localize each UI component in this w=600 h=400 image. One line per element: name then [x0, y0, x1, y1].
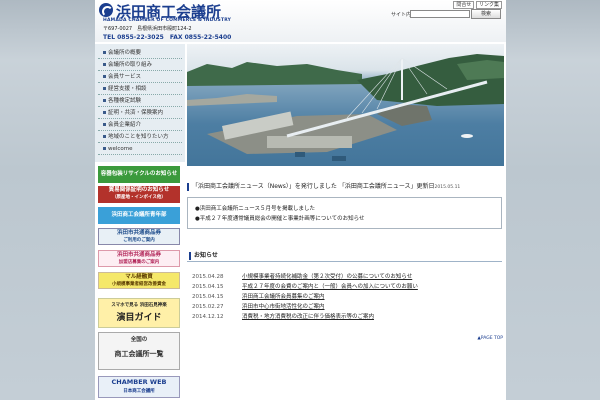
- sidebar-nav: 会議所の概要 会議所の取り組み 会員サービス 経営支援・相談 各種検定試験 証明…: [95, 44, 185, 162]
- divider: [187, 261, 502, 262]
- sidebar-item-local-info[interactable]: 地域のことを知りたい方: [98, 131, 182, 143]
- sidebar-item-overview[interactable]: 会議所の概要: [98, 47, 182, 59]
- sidebar-item-management-support[interactable]: 経営支援・相談: [98, 83, 182, 95]
- banner-marukei-loan[interactable]: マル経融資 小規模事業者経営改善資金: [98, 272, 180, 289]
- sidebar-item-certificates[interactable]: 証明・共済・保険案内: [98, 107, 182, 119]
- bullet-icon: [103, 111, 106, 114]
- contact-link[interactable]: 問合せ: [453, 1, 475, 9]
- heading-marker: [189, 251, 191, 260]
- page-container: 浜田商工会議所 HAMADA CHAMBER OF COMMERCE & IND…: [95, 0, 506, 400]
- search-input[interactable]: [410, 10, 470, 18]
- info-item[interactable]: 2015.04.15 平成２７年度の会費のご案内と（一般）会員への加入についてのお…: [192, 282, 418, 290]
- banner-recycling[interactable]: 容器包装リサイクルのお知らせ: [98, 166, 180, 183]
- bullet-icon: [103, 135, 106, 138]
- news-line[interactable]: ●浜田商工会議所ニュース５月号を掲載しました: [195, 204, 315, 212]
- banner-chamber-web[interactable]: CHAMBER WEB 日本商工会議所: [98, 376, 180, 398]
- site-header: 浜田商工会議所 HAMADA CHAMBER OF COMMERCE & IND…: [95, 0, 506, 42]
- banner-chamber-directory[interactable]: 全国の 商工会議所一覧: [98, 332, 180, 370]
- bullet-icon: [103, 63, 106, 66]
- hero-photo: [187, 44, 504, 166]
- banner-kagura-guide[interactable]: スマホで見る 浜田石見神楽 演目ガイド: [98, 298, 180, 328]
- bullet-icon: [103, 147, 106, 150]
- chamber-logo-icon[interactable]: [99, 3, 113, 17]
- bullet-icon: [103, 123, 106, 126]
- heading-marker: [187, 182, 189, 191]
- banner-gift-voucher-stores[interactable]: 浜田市共通商品券 加盟店募集のご案内: [98, 250, 180, 267]
- bullet-icon: [103, 87, 106, 90]
- info-heading: お知らせ: [189, 250, 218, 260]
- info-item[interactable]: 2015.04.15 浜田商工会議所会員募集のご案内: [192, 292, 325, 300]
- bullet-icon: [103, 75, 106, 78]
- news-box: [187, 197, 502, 229]
- harbor-bridge-image: [187, 54, 504, 161]
- banner-gift-voucher-use[interactable]: 浜田市共通商品券 ご利用のご案内: [98, 228, 180, 245]
- tel-fax: TEL 0855-22-3025 FAX 0855-22-5400: [103, 34, 232, 41]
- header-links: 問合せ リンク集: [453, 1, 502, 9]
- search-button[interactable]: 検索: [471, 9, 501, 19]
- news-heading: 「浜田商工会議所ニュース（News）」を発行しました 「浜田商工会議所ニュース」…: [187, 181, 502, 191]
- sidebar-item-welcome[interactable]: welcome: [98, 143, 182, 155]
- address: 〒697-0027 島根県浜田市殿町124-2: [103, 26, 192, 32]
- banner-youth-division[interactable]: 浜田商工会議所青年部: [98, 207, 180, 224]
- sidebar-item-member-services[interactable]: 会員サービス: [98, 71, 182, 83]
- sidebar-item-exams[interactable]: 各種検定試験: [98, 95, 182, 107]
- links-link[interactable]: リンク集: [475, 1, 502, 9]
- banner-trade-certificate[interactable]: 貿易関係証明のお知らせ （原産地・インボイス他）: [98, 186, 180, 203]
- info-item[interactable]: 2015.04.28 小規模事業者持続化補助金（第２次受付）の公募についてのお知ら…: [192, 272, 412, 280]
- sidebar-item-member-companies[interactable]: 会員企業紹介: [98, 119, 182, 131]
- bullet-icon: [103, 99, 106, 102]
- info-item[interactable]: 2014.12.12 消費税・地方消費税の改正に伴う価格表示等のご案内: [192, 312, 374, 320]
- info-item[interactable]: 2015.02.27 浜田市中心市街地活性化のご案内: [192, 302, 325, 310]
- site-subtitle: HAMADA CHAMBER OF COMMERCE & INDUSTRY: [103, 18, 232, 23]
- news-line[interactable]: ●平成２７年度通常議員総会の開催と事業計画等についてのお知らせ: [195, 214, 365, 222]
- page-top-link[interactable]: ▲PAGE TOP: [477, 336, 503, 341]
- sidebar-item-initiatives[interactable]: 会議所の取り組み: [98, 59, 182, 71]
- bullet-icon: [103, 51, 106, 54]
